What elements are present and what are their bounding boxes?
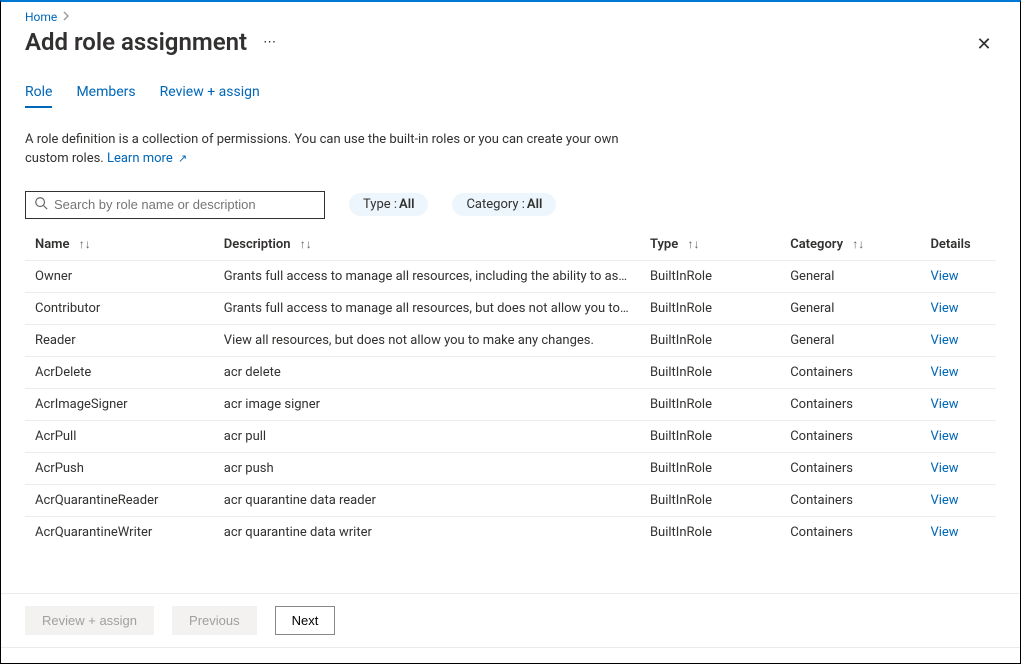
role-category: Containers: [780, 516, 920, 548]
role-description: acr delete: [214, 356, 640, 388]
filter-type[interactable]: Type : All: [349, 193, 428, 216]
table-row[interactable]: AcrPushacr pushBuiltInRoleContainers View: [25, 452, 996, 484]
view-link[interactable]: View: [930, 301, 958, 316]
role-type: BuiltInRole: [640, 420, 780, 452]
role-category: General: [780, 324, 920, 356]
role-name: AcrQuarantineReader: [25, 484, 214, 516]
role-name: AcrImageSigner: [25, 388, 214, 420]
role-category: Containers: [780, 484, 920, 516]
learn-more-text: Learn more: [107, 151, 173, 166]
page-description: A role definition is a collection of per…: [25, 131, 645, 169]
column-header-details: Details: [920, 229, 996, 261]
role-type: BuiltInRole: [640, 452, 780, 484]
filter-type-value: All: [399, 197, 414, 212]
sort-icon: ↑↓: [300, 237, 312, 251]
table-row[interactable]: AcrQuarantineReaderacr quarantine data r…: [25, 484, 996, 516]
column-header-details-text: Details: [930, 237, 970, 252]
view-link[interactable]: View: [930, 333, 958, 348]
table-row[interactable]: OwnerGrants full access to manage all re…: [25, 260, 996, 292]
role-type: BuiltInRole: [640, 484, 780, 516]
role-description: Grants full access to manage all resourc…: [214, 292, 640, 324]
search-input-wrapper[interactable]: [25, 191, 325, 219]
table-row[interactable]: ContributorGrants full access to manage …: [25, 292, 996, 324]
learn-more-link[interactable]: Learn more ↗: [107, 151, 187, 166]
role-name: AcrPull: [25, 420, 214, 452]
column-header-category[interactable]: Category ↑↓: [780, 229, 920, 261]
view-link[interactable]: View: [930, 461, 958, 476]
role-name: Reader: [25, 324, 214, 356]
role-category: Containers: [780, 420, 920, 452]
role-description: acr pull: [214, 420, 640, 452]
role-type: BuiltInRole: [640, 292, 780, 324]
search-icon: [34, 196, 48, 214]
close-button[interactable]: ✕: [972, 32, 996, 56]
filter-category-value: All: [527, 197, 542, 212]
role-name: AcrDelete: [25, 356, 214, 388]
view-link[interactable]: View: [930, 429, 958, 444]
review-assign-button: Review + assign: [25, 606, 154, 635]
previous-button: Previous: [172, 606, 257, 635]
role-type: BuiltInRole: [640, 356, 780, 388]
more-actions-button[interactable]: ⋯: [263, 35, 278, 50]
tabs: Role Members Review + assign: [25, 84, 996, 109]
footer-bar: Review + assign Previous Next: [1, 593, 1020, 647]
external-link-icon: ↗: [178, 152, 187, 165]
table-row[interactable]: AcrPullacr pullBuiltInRoleContainers View: [25, 420, 996, 452]
horizontal-scrollbar[interactable]: [1, 647, 1020, 663]
role-category: Containers: [780, 452, 920, 484]
content-scroll[interactable]: Role Members Review + assign A role defi…: [1, 64, 1020, 593]
role-category: Containers: [780, 356, 920, 388]
tab-role[interactable]: Role: [25, 84, 52, 108]
filter-type-label: Type :: [363, 197, 397, 212]
sort-icon: ↑↓: [79, 237, 91, 251]
role-category: General: [780, 260, 920, 292]
breadcrumb: Home: [1, 2, 1020, 28]
view-link[interactable]: View: [930, 397, 958, 412]
tab-review-assign[interactable]: Review + assign: [160, 84, 260, 108]
role-description: Grants full access to manage all resourc…: [214, 260, 640, 292]
role-type: BuiltInRole: [640, 324, 780, 356]
chevron-right-icon: [63, 10, 71, 24]
column-header-type-text: Type: [650, 237, 678, 252]
column-header-type[interactable]: Type ↑↓: [640, 229, 780, 261]
role-description: acr quarantine data reader: [214, 484, 640, 516]
column-header-name[interactable]: Name ↑↓: [25, 229, 214, 261]
role-name: Contributor: [25, 292, 214, 324]
role-name: Owner: [25, 260, 214, 292]
role-category: General: [780, 292, 920, 324]
role-description: acr push: [214, 452, 640, 484]
role-name: AcrPush: [25, 452, 214, 484]
role-type: BuiltInRole: [640, 260, 780, 292]
table-row[interactable]: AcrDeleteacr deleteBuiltInRoleContainers…: [25, 356, 996, 388]
view-link[interactable]: View: [930, 269, 958, 284]
column-header-category-text: Category: [790, 237, 843, 252]
filter-category-label: Category :: [466, 197, 524, 212]
view-link[interactable]: View: [930, 493, 958, 508]
role-category: Containers: [780, 388, 920, 420]
table-row[interactable]: ReaderView all resources, but does not a…: [25, 324, 996, 356]
tab-members[interactable]: Members: [76, 84, 135, 108]
column-header-description[interactable]: Description ↑↓: [214, 229, 640, 261]
close-icon: ✕: [976, 34, 991, 55]
role-description: View all resources, but does not allow y…: [214, 324, 640, 356]
page-title: Add role assignment: [25, 28, 247, 56]
filter-category[interactable]: Category : All: [452, 193, 556, 216]
role-type: BuiltInRole: [640, 516, 780, 548]
search-input[interactable]: [54, 197, 316, 212]
sort-icon: ↑↓: [687, 237, 699, 251]
view-link[interactable]: View: [930, 525, 958, 540]
sort-icon: ↑↓: [852, 237, 864, 251]
breadcrumb-home[interactable]: Home: [25, 10, 57, 24]
role-type: BuiltInRole: [640, 388, 780, 420]
role-description: acr image signer: [214, 388, 640, 420]
column-header-name-text: Name: [35, 237, 69, 252]
table-row[interactable]: AcrQuarantineWriteracr quarantine data w…: [25, 516, 996, 548]
view-link[interactable]: View: [930, 365, 958, 380]
roles-table: Name ↑↓ Description ↑↓ Type ↑↓ Categor: [25, 229, 996, 548]
role-name: AcrQuarantineWriter: [25, 516, 214, 548]
table-row[interactable]: AcrImageSigneracr image signerBuiltInRol…: [25, 388, 996, 420]
column-header-description-text: Description: [224, 237, 291, 252]
role-description: acr quarantine data writer: [214, 516, 640, 548]
next-button[interactable]: Next: [275, 606, 336, 635]
